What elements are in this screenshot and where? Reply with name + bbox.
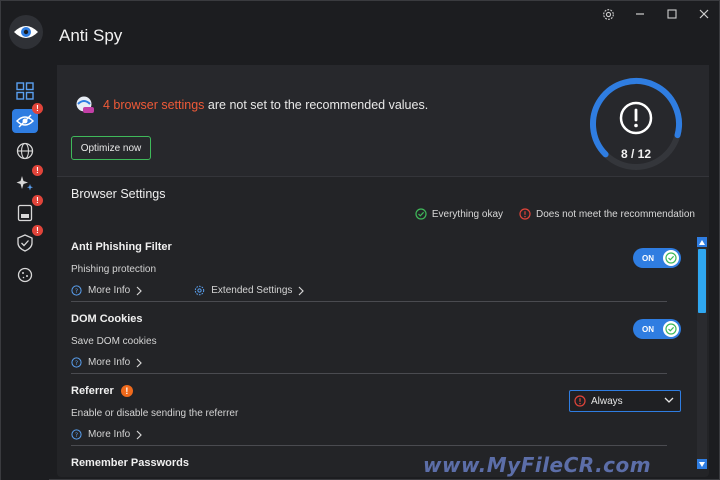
maximize-icon xyxy=(667,9,677,19)
help-circle-icon: ? xyxy=(71,357,82,368)
alert-badge-icon: ! xyxy=(32,165,43,176)
app-window: ! ! ! ! Anti Spy 4 browser settings are … xyxy=(0,0,720,480)
sidebar-item-browser[interactable] xyxy=(12,139,38,163)
svg-text:?: ? xyxy=(75,287,78,295)
more-info-link[interactable]: ? More Info xyxy=(71,357,143,368)
exclamation-circle-icon xyxy=(519,208,531,220)
chevron-right-icon xyxy=(136,430,143,439)
check-circle-icon xyxy=(665,323,677,335)
vertical-scrollbar[interactable] xyxy=(697,237,707,469)
setting-description: Save DOM cookies xyxy=(71,336,157,347)
arrow-up-icon xyxy=(699,239,705,245)
sidebar-item-dashboard[interactable] xyxy=(12,79,38,103)
divider xyxy=(71,445,667,446)
check-circle-icon xyxy=(665,252,677,264)
setting-name: Anti Phishing Filter xyxy=(71,241,172,253)
alert-badge-icon: ! xyxy=(32,225,43,236)
more-info-link[interactable]: ? More Info xyxy=(71,285,143,296)
divider xyxy=(71,373,667,374)
status-banner: 4 browser settings are not set to the re… xyxy=(57,65,709,177)
sidebar-item-device[interactable]: ! xyxy=(12,195,43,225)
referrer-select[interactable]: Always xyxy=(569,390,681,412)
setting-links: ? More Info Extended Settings xyxy=(71,285,685,296)
eye-slash-icon xyxy=(16,114,34,128)
extended-settings-link[interactable]: Extended Settings xyxy=(194,285,305,296)
legend-ok: Everything okay xyxy=(415,208,503,220)
chevron-right-icon xyxy=(136,286,143,295)
device-icon xyxy=(17,204,33,222)
anti-phishing-toggle[interactable]: ON xyxy=(633,248,681,268)
main-panel: 4 browser settings are not set to the re… xyxy=(57,65,709,477)
setting-name: DOM Cookies xyxy=(71,313,143,325)
cookie-icon xyxy=(17,267,33,283)
sparkles-icon xyxy=(16,176,33,191)
toggle-knob xyxy=(663,250,679,266)
chevron-down-icon xyxy=(664,397,674,403)
banner-rest-text: are not set to the recommended values. xyxy=(204,98,429,112)
minimize-icon xyxy=(636,13,644,15)
sidebar-item-tools[interactable] xyxy=(12,263,38,287)
alert-badge-icon: ! xyxy=(32,103,43,114)
select-value: Always xyxy=(591,395,623,407)
setting-links: ? More Info xyxy=(71,429,685,440)
close-button[interactable] xyxy=(697,7,711,21)
alert-badge-icon: ! xyxy=(32,195,43,206)
arrow-down-icon xyxy=(699,461,705,467)
window-controls xyxy=(601,7,711,21)
check-circle-icon xyxy=(415,208,427,220)
app-title: Anti Spy xyxy=(59,26,123,45)
browser-warning-icon xyxy=(76,96,94,113)
settings-gear-icon[interactable] xyxy=(601,7,615,21)
warning-badge-icon: ! xyxy=(120,385,133,397)
setting-description: Phishing protection xyxy=(71,264,157,275)
more-info-link[interactable]: ? More Info xyxy=(71,429,143,440)
sidebar-item-privacy[interactable]: ! xyxy=(12,103,43,133)
globe-icon xyxy=(16,142,34,160)
legend-ok-label: Everything okay xyxy=(431,208,504,220)
svg-text:?: ? xyxy=(75,431,78,439)
setting-anti-phishing: Anti Phishing Filter Phishing protection… xyxy=(71,241,685,296)
banner-count-text: 4 browser settings xyxy=(103,98,205,112)
watermark-text: www.MyFileCR.com xyxy=(423,453,652,477)
gauge-count-text: 8 / 12 xyxy=(620,147,652,161)
app-logo xyxy=(9,15,43,49)
minimize-button[interactable] xyxy=(633,7,647,21)
dom-cookies-toggle[interactable]: ON xyxy=(633,319,681,339)
optimize-now-button[interactable]: Optimize now xyxy=(71,136,151,160)
maximize-button[interactable] xyxy=(665,7,679,21)
gear-icon xyxy=(195,285,205,296)
legend-bad-label: Does not meet the recommendation xyxy=(536,208,695,220)
sidebar-item-features[interactable]: ! xyxy=(12,165,43,195)
close-icon xyxy=(699,9,709,19)
section-title: Browser Settings xyxy=(71,187,166,201)
scroll-thumb[interactable] xyxy=(698,249,706,313)
banner-message: 4 browser settings are not set to the re… xyxy=(103,98,428,112)
shield-check-icon xyxy=(17,234,33,252)
sidebar: ! ! ! ! xyxy=(1,1,49,480)
divider xyxy=(71,301,667,302)
toggle-knob xyxy=(663,321,679,337)
chevron-right-icon xyxy=(136,358,143,367)
dashboard-grid-icon xyxy=(16,82,34,100)
help-circle-icon: ? xyxy=(71,285,82,296)
setting-dom-cookies: DOM Cookies Save DOM cookies ? More Info xyxy=(71,313,685,368)
eye-logo-icon xyxy=(14,26,38,38)
legend-bad: Does not meet the recommendation xyxy=(519,208,695,220)
scroll-down-button[interactable] xyxy=(697,459,707,469)
help-circle-icon: ? xyxy=(71,429,82,440)
scroll-up-button[interactable] xyxy=(697,237,707,247)
svg-text:?: ? xyxy=(75,359,78,367)
chevron-right-icon xyxy=(298,286,305,295)
setting-links: ? More Info xyxy=(71,357,685,368)
legend: Everything okay Does not meet the recomm… xyxy=(415,208,695,220)
sidebar-item-security[interactable]: ! xyxy=(12,225,43,255)
exclamation-circle-icon xyxy=(574,395,586,407)
